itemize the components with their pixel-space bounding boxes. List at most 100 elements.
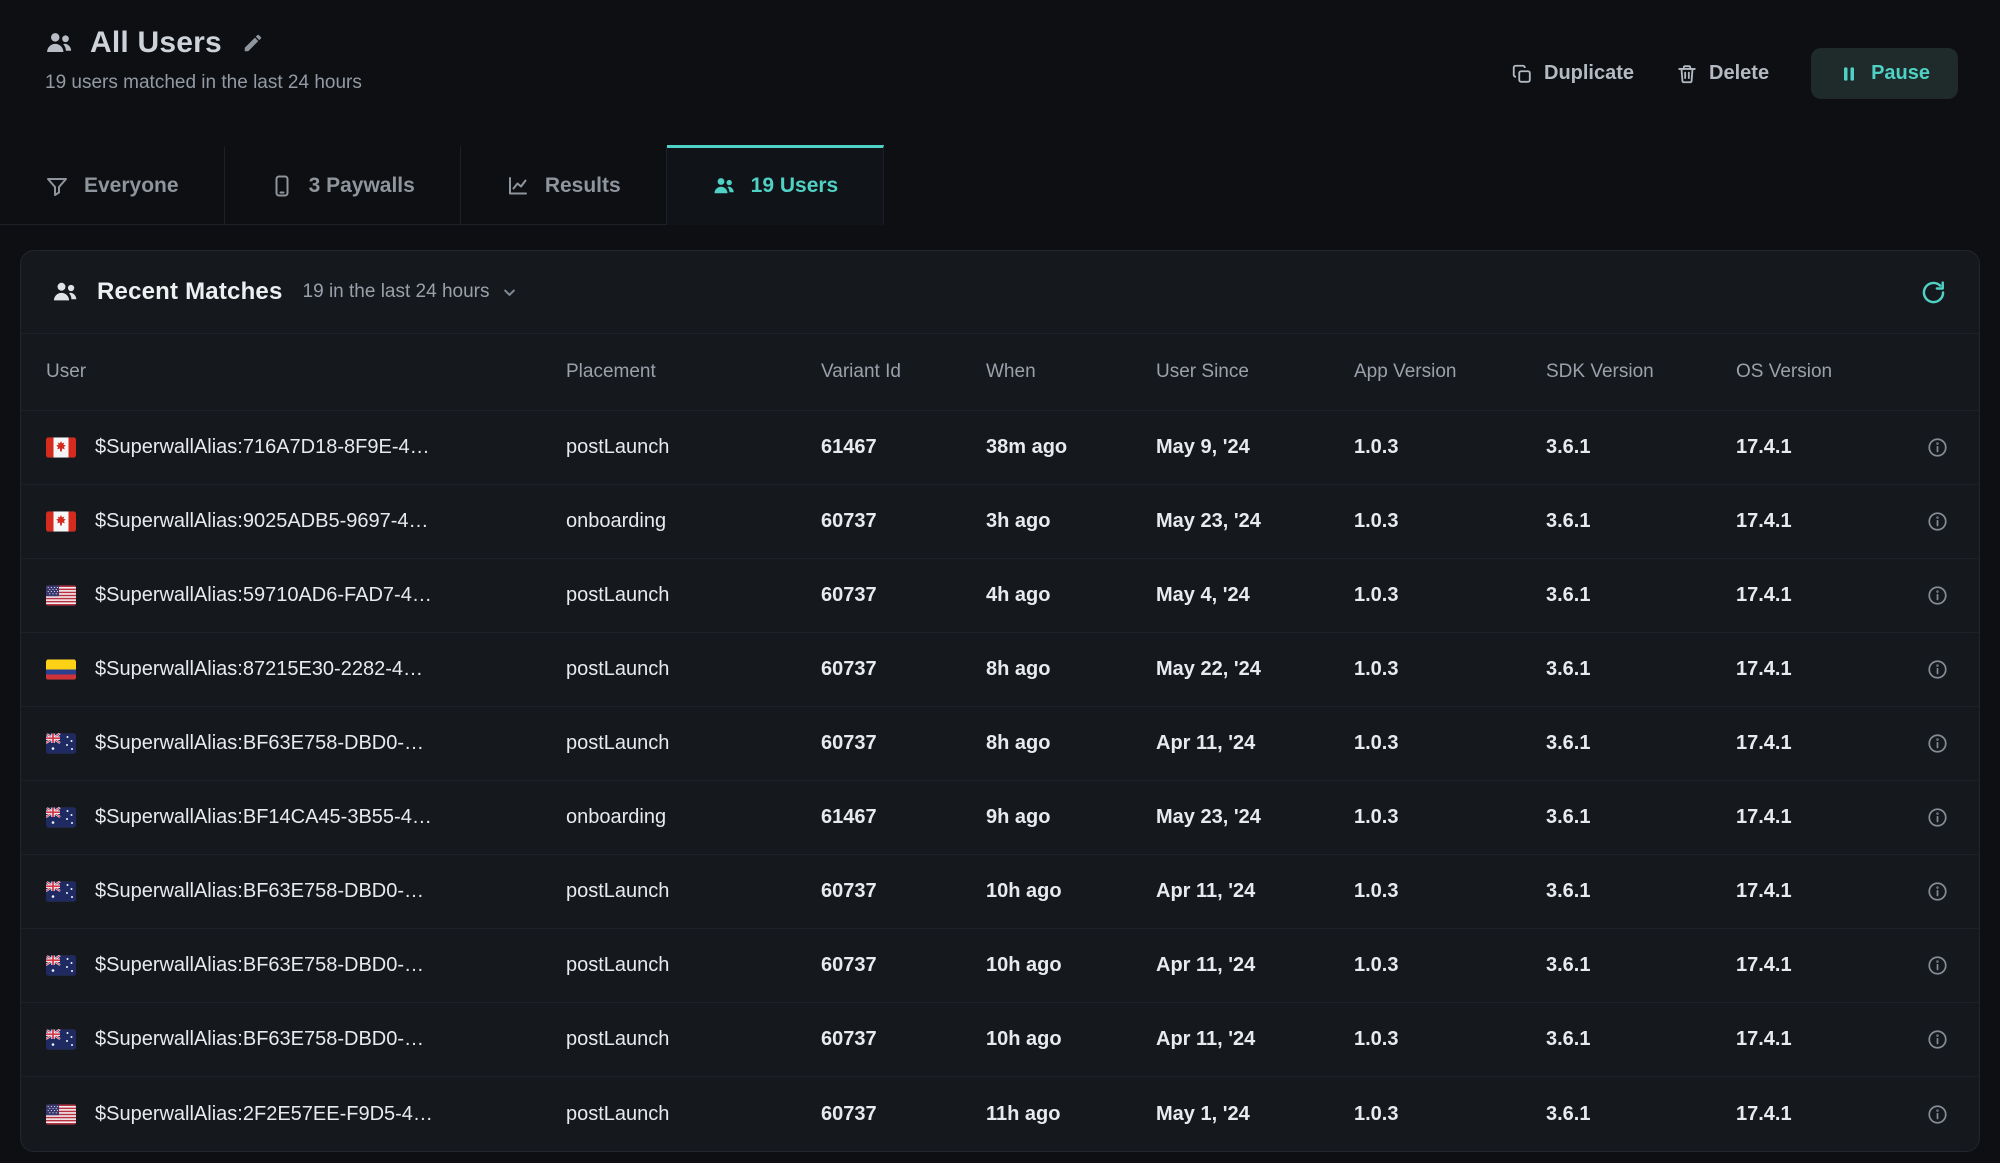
- info-icon[interactable]: [1924, 508, 1951, 535]
- info-cell: [1907, 804, 1951, 831]
- variant-id-cell: 60737: [821, 880, 986, 903]
- when-cell: 38m ago: [986, 436, 1156, 459]
- table-row[interactable]: $SuperwallAlias:87215E30-2282-4…postLaun…: [21, 633, 1979, 707]
- recent-matches-panel: Recent Matches 19 in the last 24 hours U…: [20, 250, 1980, 1152]
- paywall-icon: [270, 174, 294, 198]
- australia-flag-icon: [46, 733, 76, 754]
- user-cell: $SuperwallAlias:BF63E758-DBD0-…: [46, 880, 566, 903]
- info-icon[interactable]: [1924, 434, 1951, 461]
- table-row[interactable]: $SuperwallAlias:716A7D18-8F9E-4…postLaun…: [21, 411, 1979, 485]
- pause-button[interactable]: Pause: [1811, 48, 1958, 99]
- tab-label: Everyone: [84, 174, 179, 198]
- duplicate-label: Duplicate: [1544, 62, 1634, 85]
- info-icon[interactable]: [1924, 1026, 1951, 1053]
- panel-title: Recent Matches: [97, 278, 283, 306]
- info-icon[interactable]: [1924, 878, 1951, 905]
- column-header-variant-id: Variant Id: [821, 361, 986, 383]
- info-cell: [1907, 1026, 1951, 1053]
- table-row[interactable]: $SuperwallAlias:BF63E758-DBD0-…postLaunc…: [21, 929, 1979, 1003]
- placement-cell: onboarding: [566, 510, 821, 533]
- os-version-cell: 17.4.1: [1736, 1103, 1907, 1126]
- user-alias: $SuperwallAlias:2F2E57EE-F9D5-4…: [95, 1103, 433, 1126]
- duplicate-icon: [1511, 63, 1533, 85]
- users-icon: [51, 278, 79, 306]
- app-version-cell: 1.0.3: [1354, 1103, 1546, 1126]
- when-cell: 3h ago: [986, 510, 1156, 533]
- australia-flag-icon: [46, 807, 76, 828]
- refresh-icon: [1920, 279, 1947, 306]
- user-cell: $SuperwallAlias:BF63E758-DBD0-…: [46, 954, 566, 977]
- matched-subtitle: 19 users matched in the last 24 hours: [45, 72, 362, 94]
- info-icon[interactable]: [1924, 730, 1951, 757]
- user-since-cell: May 22, '24: [1156, 658, 1354, 681]
- user-alias: $SuperwallAlias:BF63E758-DBD0-…: [95, 880, 424, 903]
- info-cell: [1907, 656, 1951, 683]
- user-cell: $SuperwallAlias:BF14CA45-3B55-4…: [46, 806, 566, 829]
- info-icon[interactable]: [1924, 582, 1951, 609]
- column-header-user: User: [46, 361, 566, 383]
- when-cell: 11h ago: [986, 1103, 1156, 1126]
- variant-id-cell: 60737: [821, 954, 986, 977]
- variant-id-cell: 61467: [821, 806, 986, 829]
- when-cell: 4h ago: [986, 584, 1156, 607]
- sdk-version-cell: 3.6.1: [1546, 584, 1736, 607]
- info-icon[interactable]: [1924, 1101, 1951, 1128]
- tab-19-users[interactable]: 19 Users: [667, 145, 885, 225]
- tab-3-paywalls[interactable]: 3 Paywalls: [225, 145, 461, 225]
- user-cell: $SuperwallAlias:9025ADB5-9697-4…: [46, 510, 566, 533]
- info-icon[interactable]: [1924, 656, 1951, 683]
- placement-cell: postLaunch: [566, 1103, 821, 1126]
- column-header-placement: Placement: [566, 361, 821, 383]
- users-icon: [712, 174, 736, 198]
- tab-label: 19 Users: [751, 174, 839, 198]
- timeframe-dropdown[interactable]: 19 in the last 24 hours: [303, 281, 519, 303]
- table-header-row: UserPlacementVariant IdWhenUser SinceApp…: [21, 333, 1979, 411]
- info-icon[interactable]: [1924, 952, 1951, 979]
- sdk-version-cell: 3.6.1: [1546, 436, 1736, 459]
- variant-id-cell: 61467: [821, 436, 986, 459]
- tab-label: Results: [545, 174, 621, 198]
- tab-everyone[interactable]: Everyone: [0, 145, 225, 225]
- duplicate-button[interactable]: Duplicate: [1511, 62, 1634, 85]
- user-since-cell: May 23, '24: [1156, 806, 1354, 829]
- app-version-cell: 1.0.3: [1354, 510, 1546, 533]
- colombia-flag-icon: [46, 659, 76, 680]
- variant-id-cell: 60737: [821, 658, 986, 681]
- table-row[interactable]: $SuperwallAlias:9025ADB5-9697-4…onboardi…: [21, 485, 1979, 559]
- delete-label: Delete: [1709, 62, 1769, 85]
- when-cell: 9h ago: [986, 806, 1156, 829]
- usa-flag-icon: [46, 1104, 76, 1125]
- variant-id-cell: 60737: [821, 1028, 986, 1051]
- australia-flag-icon: [46, 1029, 76, 1050]
- placement-cell: postLaunch: [566, 732, 821, 755]
- table-row[interactable]: $SuperwallAlias:BF63E758-DBD0-…postLaunc…: [21, 855, 1979, 929]
- table-row[interactable]: $SuperwallAlias:BF14CA45-3B55-4…onboardi…: [21, 781, 1979, 855]
- column-header-os-version: OS Version: [1736, 361, 1907, 383]
- variant-id-cell: 60737: [821, 584, 986, 607]
- user-alias: $SuperwallAlias:BF63E758-DBD0-…: [95, 732, 424, 755]
- user-since-cell: May 4, '24: [1156, 584, 1354, 607]
- app-version-cell: 1.0.3: [1354, 658, 1546, 681]
- tab-results[interactable]: Results: [461, 145, 667, 225]
- table-row[interactable]: $SuperwallAlias:2F2E57EE-F9D5-4… postLaun…: [21, 1077, 1979, 1151]
- table-row[interactable]: $SuperwallAlias:59710AD6-FAD7-4…postLaun…: [21, 559, 1979, 633]
- trash-icon: [1676, 63, 1698, 85]
- user-alias: $SuperwallAlias:BF14CA45-3B55-4…: [95, 806, 432, 829]
- table-row[interactable]: $SuperwallAlias:BF63E758-DBD0-…postLaunc…: [21, 1003, 1979, 1077]
- app-version-cell: 1.0.3: [1354, 732, 1546, 755]
- info-cell: [1907, 508, 1951, 535]
- user-alias: $SuperwallAlias:716A7D18-8F9E-4…: [95, 436, 430, 459]
- edit-icon[interactable]: [238, 28, 268, 58]
- refresh-button[interactable]: [1920, 279, 1947, 306]
- sdk-version-cell: 3.6.1: [1546, 806, 1736, 829]
- app-version-cell: 1.0.3: [1354, 1028, 1546, 1051]
- canada-flag-icon: [46, 437, 76, 458]
- info-icon[interactable]: [1924, 804, 1951, 831]
- canada-flag-icon: [46, 511, 76, 532]
- delete-button[interactable]: Delete: [1676, 62, 1769, 85]
- timeframe-label: 19 in the last 24 hours: [303, 281, 490, 303]
- info-cell: [1907, 730, 1951, 757]
- table-row[interactable]: $SuperwallAlias:BF63E758-DBD0-… postLaunc…: [21, 707, 1979, 781]
- variant-id-cell: 60737: [821, 510, 986, 533]
- audience-heading: All Users 19 users matched in the last 2…: [44, 26, 362, 94]
